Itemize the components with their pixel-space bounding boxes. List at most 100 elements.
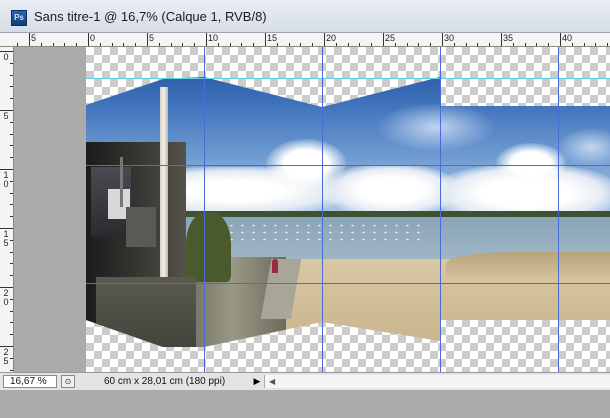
- ruler-tick: [418, 43, 420, 46]
- ruler-label: 2 0: [3, 288, 9, 307]
- ruler-label: 5: [149, 33, 155, 43]
- ruler-tick: [560, 33, 561, 46]
- pasteboard: [14, 47, 86, 372]
- ruler-label: 5: [31, 33, 37, 43]
- ruler-tick: [182, 43, 184, 46]
- status-menu-arrow-icon[interactable]: ▶: [252, 375, 262, 388]
- document-title: Sans titre-1 @ 16,7% (Calque 1, RVB/8): [34, 9, 267, 24]
- ruler-tick: [10, 251, 13, 253]
- ruler-tick: [10, 74, 13, 76]
- ruler-tick: [111, 43, 113, 46]
- ruler-label: 0: [90, 33, 96, 43]
- ruler-tick: [383, 33, 384, 46]
- ruler-tick: [10, 216, 13, 218]
- guide-vertical[interactable]: [558, 47, 559, 372]
- ruler-tick: [501, 33, 502, 46]
- horizontal-ruler[interactable]: 5 0 5 10 15 20 25 30 35 40: [0, 33, 610, 47]
- ruler-tick: [347, 43, 349, 46]
- ruler-label: 0: [3, 52, 9, 62]
- ruler-tick: [359, 43, 361, 46]
- status-options-icon[interactable]: ⊙: [61, 375, 75, 388]
- ruler-tick: [10, 369, 13, 371]
- ruler-tick: [241, 43, 243, 46]
- ruler-tick: [324, 33, 325, 46]
- ruler-tick: [206, 33, 207, 46]
- workspace-background: [0, 390, 610, 418]
- ruler-tick: [217, 43, 219, 46]
- ruler-tick: [10, 263, 13, 265]
- guide-horizontal[interactable]: [86, 283, 610, 284]
- ruler-tick: [512, 43, 514, 46]
- ruler-tick: [158, 43, 160, 46]
- ruler-tick: [10, 98, 13, 100]
- document-size-info: 60 cm x 28,01 cm (180 ppi): [104, 376, 226, 387]
- ruler-tick: [10, 334, 13, 336]
- ruler-tick: [10, 145, 13, 147]
- ruler-tick: [312, 43, 314, 46]
- ruler-label: 2 5: [3, 347, 9, 366]
- ruler-tick: [52, 43, 54, 46]
- ruler-tick: [147, 33, 148, 46]
- ruler-label: 25: [385, 33, 396, 43]
- ruler-tick: [253, 43, 255, 46]
- ruler-tick: [194, 43, 196, 46]
- photoshop-icon: Ps: [11, 10, 27, 26]
- horizontal-scrollbar[interactable]: ◀: [264, 375, 610, 388]
- ruler-tick: [123, 43, 125, 46]
- zoom-level-field[interactable]: 16,67 %: [3, 375, 57, 388]
- guide-vertical[interactable]: [204, 47, 205, 372]
- ruler-tick: [595, 43, 597, 46]
- ruler-tick: [10, 310, 13, 312]
- ruler-tick: [29, 33, 30, 46]
- document-canvas[interactable]: [86, 47, 610, 372]
- ruler-label: 35: [503, 33, 514, 43]
- guide-horizontal[interactable]: [86, 165, 610, 166]
- guide-vertical[interactable]: [322, 47, 323, 372]
- guide-vertical[interactable]: [440, 47, 441, 372]
- guide-horizontal[interactable]: [86, 78, 610, 79]
- ruler-label: 40: [562, 33, 573, 43]
- ruler-tick: [10, 86, 13, 88]
- ruler-tick: [406, 43, 408, 46]
- ruler-tick: [607, 43, 609, 46]
- ruler-tick: [10, 275, 13, 277]
- scroll-left-icon[interactable]: ◀: [269, 375, 275, 388]
- ruler-tick: [524, 43, 526, 46]
- ruler-tick: [394, 43, 396, 46]
- ruler-tick: [571, 43, 573, 46]
- ruler-tick: [489, 43, 491, 46]
- ruler-tick: [99, 43, 101, 46]
- ruler-tick: [276, 43, 278, 46]
- vertical-ruler[interactable]: 0 5 1 0 1 5 2 0 2 5: [0, 47, 14, 372]
- ruler-tick: [10, 157, 13, 159]
- ruler-tick: [335, 43, 337, 46]
- ruler-tick: [583, 43, 585, 46]
- ruler-label: 20: [326, 33, 337, 43]
- ruler-tick: [17, 43, 19, 46]
- ruler-tick: [465, 43, 467, 46]
- ruler-label: 10: [208, 33, 219, 43]
- ruler-tick: [371, 43, 373, 46]
- ruler-label: 30: [444, 33, 455, 43]
- ruler-label: 1 0: [3, 170, 9, 189]
- ruler-label: 5: [3, 111, 9, 121]
- ruler-tick: [10, 204, 13, 206]
- ruler-label: 15: [267, 33, 278, 43]
- ruler-tick: [170, 43, 172, 46]
- ruler-tick: [430, 43, 432, 46]
- ruler-tick: [477, 43, 479, 46]
- panorama-image: [86, 77, 610, 347]
- ruler-tick: [76, 43, 78, 46]
- ruler-tick: [229, 43, 231, 46]
- ruler-tick: [10, 322, 13, 324]
- ruler-tick: [88, 33, 89, 46]
- status-bar: 16,67 % ⊙ 60 cm x 28,01 cm (180 ppi) ▶ ◀: [0, 372, 610, 390]
- ruler-tick: [10, 121, 13, 123]
- ruler-tick: [300, 43, 302, 46]
- ruler-tick: [135, 43, 137, 46]
- ruler-tick: [10, 192, 13, 194]
- ruler-tick: [10, 133, 13, 135]
- ruler-tick: [536, 43, 538, 46]
- document-title-bar[interactable]: Ps Sans titre-1 @ 16,7% (Calque 1, RVB/8…: [0, 0, 610, 33]
- ruler-tick: [40, 43, 42, 46]
